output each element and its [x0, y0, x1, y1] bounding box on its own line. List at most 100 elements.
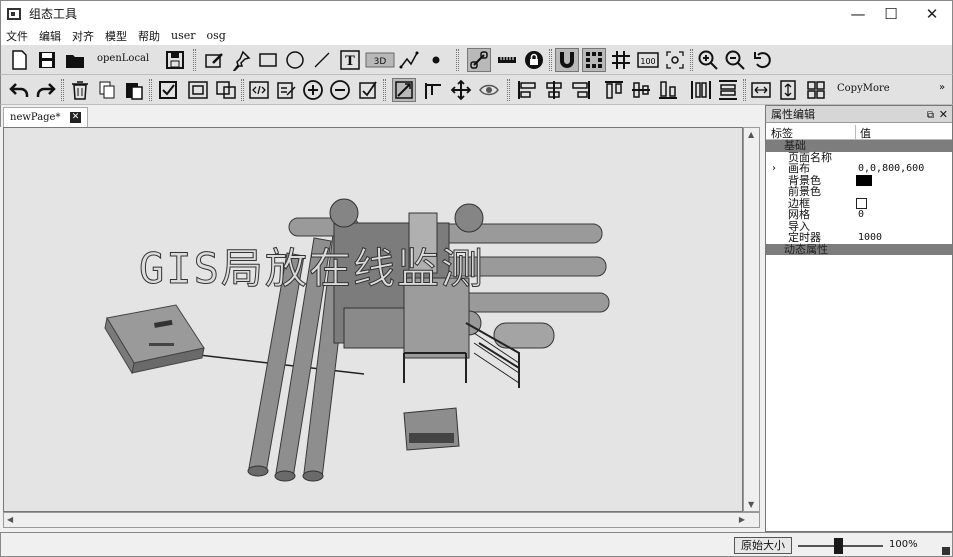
zoom-in-icon[interactable]: [696, 48, 720, 72]
checkbox-tool-icon[interactable]: [356, 78, 380, 102]
select-all-icon[interactable]: [156, 78, 180, 102]
menu-edit[interactable]: 编辑: [34, 28, 67, 44]
copy-more-button[interactable]: CopyMore: [837, 83, 890, 94]
zoom-out-icon[interactable]: [723, 48, 747, 72]
distribute-vertical-icon[interactable]: [716, 78, 740, 102]
grid-lines-icon[interactable]: [609, 48, 633, 72]
group-icon[interactable]: [186, 78, 210, 102]
expand-chevron-icon[interactable]: ›: [772, 163, 776, 175]
save-icon[interactable]: [35, 48, 59, 72]
menu-user[interactable]: user: [166, 29, 202, 42]
gis-equipment-3d-model[interactable]: GIS局放在线监测: [4, 128, 743, 512]
threed-tool-button[interactable]: 3D: [364, 48, 396, 72]
align-center-icon[interactable]: [542, 78, 566, 102]
magnet-icon[interactable]: [555, 48, 579, 72]
scroll-down-icon[interactable]: ▼: [748, 500, 754, 509]
code-icon[interactable]: [247, 78, 271, 102]
toolbar-separator: [743, 79, 746, 101]
menu-bar: 文件 编辑 对齐 模型 帮助 user osg: [0, 26, 953, 45]
ruler-icon[interactable]: [495, 48, 519, 72]
toolbar-separator: [456, 49, 459, 71]
anchor-icon[interactable]: [421, 78, 445, 102]
align-bottom-icon[interactable]: [656, 78, 680, 102]
open-local-button[interactable]: openLocal: [97, 53, 149, 64]
point-tool-icon[interactable]: [424, 48, 448, 72]
prop-grid[interactable]: 网格 0: [766, 209, 952, 221]
same-size-icon[interactable]: [804, 78, 828, 102]
resize-grip-icon[interactable]: [942, 547, 950, 555]
group-dynamic-properties[interactable]: 动态属性: [766, 243, 952, 255]
border-checkbox[interactable]: [856, 197, 867, 209]
color-swatch[interactable]: [856, 174, 872, 186]
edit-icon[interactable]: [202, 48, 226, 72]
prop-canvas[interactable]: › 画布 0,0,800,600: [766, 163, 952, 175]
save-as-icon[interactable]: [163, 48, 187, 72]
tab-newpage[interactable]: newPage* ✕: [3, 107, 88, 127]
close-tab-icon[interactable]: ✕: [70, 112, 81, 123]
ungroup-icon[interactable]: [214, 78, 238, 102]
same-height-icon[interactable]: [776, 78, 800, 102]
zoom-reset-button[interactable]: 原始大小: [734, 537, 792, 554]
rectangle-tool-icon[interactable]: [256, 48, 280, 72]
window-title: 组态工具: [29, 7, 78, 21]
open-folder-icon[interactable]: [63, 48, 87, 72]
toolbar-separator: [549, 49, 552, 71]
align-right-icon[interactable]: [569, 78, 593, 102]
align-top-icon[interactable]: [602, 78, 626, 102]
maximize-button[interactable]: ☐: [872, 1, 910, 27]
copy-icon[interactable]: [95, 78, 119, 102]
scroll-up-icon[interactable]: ▲: [748, 130, 754, 139]
zoom-slider-handle[interactable]: [834, 538, 843, 554]
pin-icon[interactable]: [229, 48, 253, 72]
undo-icon[interactable]: [7, 78, 31, 102]
scroll-right-icon[interactable]: ▶: [739, 515, 745, 524]
vertical-scrollbar[interactable]: ▲ ▼: [743, 127, 760, 512]
move-icon[interactable]: [449, 78, 473, 102]
align-middle-icon[interactable]: [629, 78, 653, 102]
menu-align[interactable]: 对齐: [67, 28, 100, 44]
design-canvas[interactable]: GIS局放在线监测: [3, 127, 743, 512]
prop-timer[interactable]: 定时器 1000: [766, 232, 952, 244]
new-file-icon[interactable]: [7, 48, 31, 72]
hundred-percent-icon[interactable]: 100: [636, 48, 660, 72]
lock-icon[interactable]: [522, 48, 546, 72]
grid-dots-icon[interactable]: [582, 48, 606, 72]
rotate-reset-icon[interactable]: [751, 48, 775, 72]
align-left-icon[interactable]: [515, 78, 539, 102]
properties-icon[interactable]: [274, 78, 298, 102]
same-width-icon[interactable]: [749, 78, 773, 102]
group-basic[interactable]: 基础: [766, 140, 952, 152]
fit-view-icon[interactable]: [663, 48, 687, 72]
menu-help[interactable]: 帮助: [133, 28, 166, 44]
text-tool-icon[interactable]: T: [338, 48, 362, 72]
main-toolbar: openLocal T 3D 100: [0, 45, 953, 75]
zoom-percent-label: 100%: [889, 539, 918, 550]
menu-model[interactable]: 模型: [100, 28, 133, 44]
link-tool-icon[interactable]: [467, 48, 491, 72]
polyline-tool-icon[interactable]: [397, 48, 421, 72]
menu-osg[interactable]: osg: [202, 29, 232, 42]
header-tag: 标签: [766, 125, 856, 140]
delete-icon[interactable]: [68, 78, 92, 102]
toolbar-overflow-button[interactable]: »: [939, 82, 945, 93]
remove-circle-icon[interactable]: [328, 78, 352, 102]
distribute-horizontal-icon[interactable]: [689, 78, 713, 102]
panel-header: 属性编辑 ⧉ ✕: [766, 106, 952, 123]
horizontal-scrollbar[interactable]: ◀ ▶: [3, 512, 760, 528]
toolbar-separator: [149, 79, 152, 101]
prop-foreground-color[interactable]: 前景色: [766, 186, 952, 198]
ellipse-tool-icon[interactable]: [283, 48, 307, 72]
scroll-left-icon[interactable]: ◀: [7, 515, 13, 524]
close-panel-icon[interactable]: ✕: [939, 106, 948, 123]
menu-file[interactable]: 文件: [1, 28, 34, 44]
snap-icon[interactable]: [392, 78, 416, 102]
float-panel-icon[interactable]: ⧉: [927, 107, 934, 124]
eye-icon[interactable]: [477, 78, 501, 102]
close-button[interactable]: ✕: [913, 1, 951, 27]
paste-icon[interactable]: [122, 78, 146, 102]
status-bar: 原始大小 100%: [0, 532, 953, 557]
text-tool-label: T: [345, 54, 355, 69]
redo-icon[interactable]: [34, 78, 58, 102]
add-circle-icon[interactable]: [301, 78, 325, 102]
line-tool-icon[interactable]: [310, 48, 334, 72]
